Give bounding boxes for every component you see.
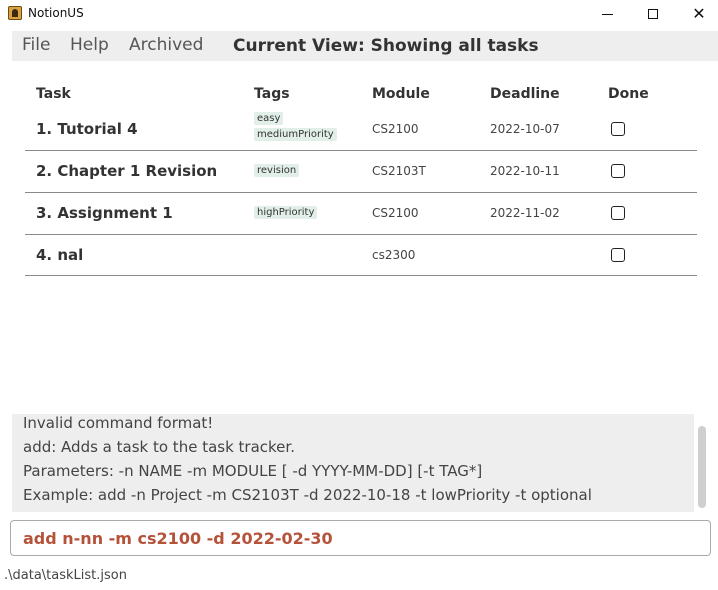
task-row[interactable]: 3. Assignment 1 highPriority CS2100 2022… bbox=[25, 193, 697, 235]
maximize-icon bbox=[648, 9, 658, 19]
minimize-icon bbox=[601, 13, 613, 15]
task-row[interactable]: 4. nal cs2300 bbox=[25, 235, 697, 276]
task-module: CS2100 bbox=[372, 122, 419, 136]
done-checkbox[interactable] bbox=[611, 122, 625, 136]
result-scrollbar[interactable] bbox=[698, 426, 706, 508]
task-module: CS2100 bbox=[372, 206, 419, 220]
header-deadline: Deadline bbox=[490, 86, 560, 102]
done-checkbox[interactable] bbox=[611, 248, 625, 262]
task-name: 4. nal bbox=[36, 246, 84, 264]
tag-badge: mediumPriority bbox=[254, 128, 337, 141]
app-icon bbox=[8, 6, 22, 20]
task-deadline: 2022-10-07 bbox=[490, 122, 560, 136]
maximize-button[interactable] bbox=[630, 0, 676, 28]
status-file-path: .\data\taskList.json bbox=[4, 568, 127, 583]
window-title: NotionUS bbox=[28, 6, 84, 20]
header-done: Done bbox=[608, 86, 649, 102]
task-deadline: 2022-10-11 bbox=[490, 164, 560, 178]
current-view-label: Current View: Showing all tasks bbox=[233, 36, 539, 56]
header-task: Task bbox=[36, 86, 71, 102]
command-input[interactable]: add n-nn -m cs2100 -d 2022-02-30 bbox=[10, 520, 711, 556]
result-line: Example: add -n Project -m CS2103T -d 20… bbox=[23, 486, 592, 504]
task-name: 2. Chapter 1 Revision bbox=[36, 162, 218, 180]
close-button[interactable]: ✕ bbox=[676, 0, 718, 28]
task-row[interactable]: 1. Tutorial 4 easy mediumPriority CS2100… bbox=[25, 108, 697, 151]
task-module: cs2300 bbox=[372, 248, 416, 262]
menu-file[interactable]: File bbox=[22, 35, 50, 55]
result-display: Invalid command format! add: Adds a task… bbox=[12, 414, 694, 512]
result-line: Parameters: -n NAME -m MODULE [ -d YYYY-… bbox=[23, 462, 483, 480]
task-tags: revision bbox=[254, 164, 300, 180]
result-line: Invalid command format! bbox=[23, 414, 214, 432]
done-checkbox[interactable] bbox=[611, 164, 625, 178]
menu-bar: File Help Archived Current View: Showing… bbox=[12, 31, 718, 61]
task-deadline: 2022-11-02 bbox=[490, 206, 560, 220]
title-bar: NotionUS ✕ bbox=[0, 0, 718, 28]
header-module: Module bbox=[372, 86, 430, 102]
command-input-value: add n-nn -m cs2100 -d 2022-02-30 bbox=[23, 529, 333, 548]
done-checkbox[interactable] bbox=[611, 206, 625, 220]
tag-badge: revision bbox=[254, 164, 300, 177]
task-tags: easy mediumPriority bbox=[254, 112, 337, 144]
task-name: 3. Assignment 1 bbox=[36, 204, 173, 222]
task-tags: highPriority bbox=[254, 206, 318, 222]
task-module: CS2103T bbox=[372, 164, 426, 178]
task-row[interactable]: 2. Chapter 1 Revision revision CS2103T 2… bbox=[25, 151, 697, 193]
header-tags: Tags bbox=[254, 86, 290, 102]
menu-archived[interactable]: Archived bbox=[129, 35, 203, 55]
menu-help[interactable]: Help bbox=[70, 35, 109, 55]
tag-badge: highPriority bbox=[254, 206, 318, 219]
result-line: add: Adds a task to the task tracker. bbox=[23, 438, 295, 456]
tag-badge: easy bbox=[254, 112, 284, 125]
close-icon: ✕ bbox=[692, 4, 706, 23]
minimize-button[interactable] bbox=[584, 0, 630, 28]
task-name: 1. Tutorial 4 bbox=[36, 120, 138, 138]
